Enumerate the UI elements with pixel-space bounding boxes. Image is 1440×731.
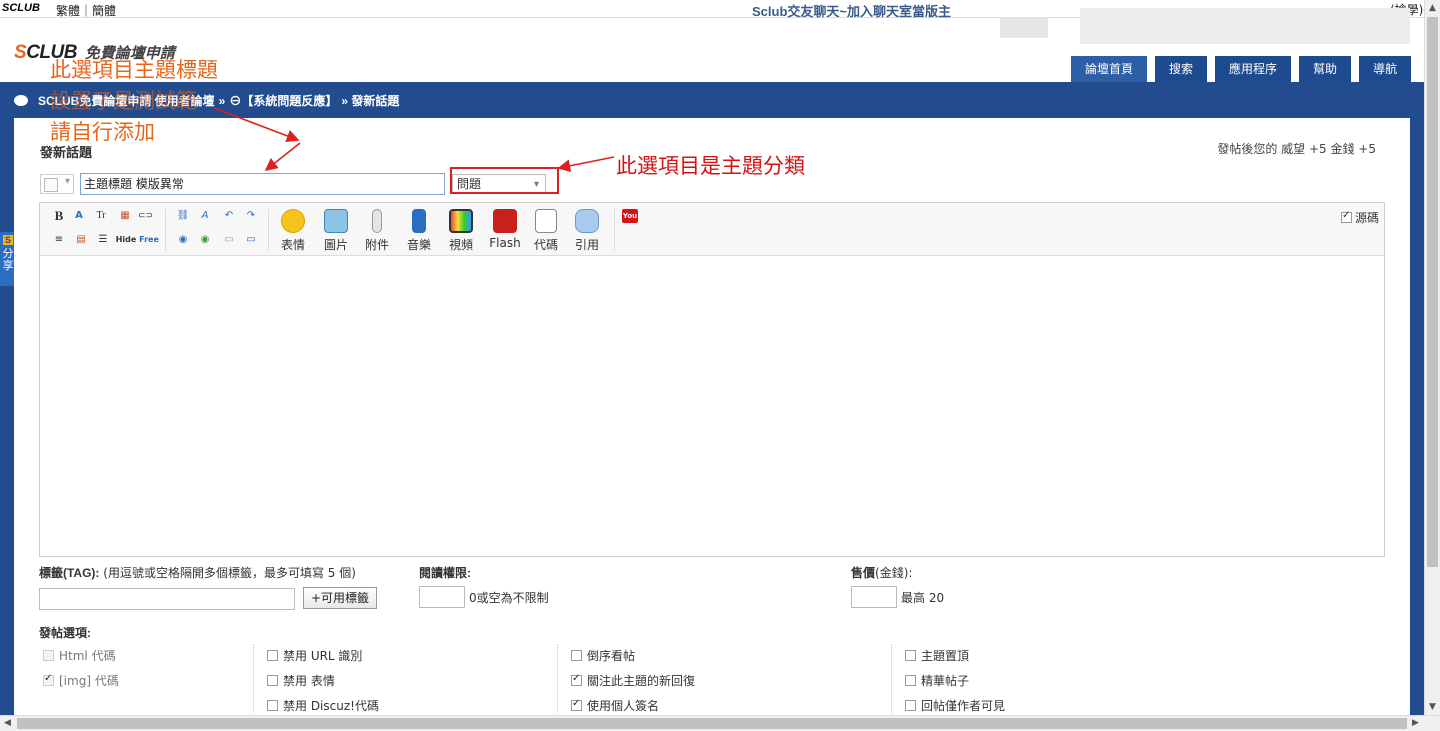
vertical-scroll-thumb[interactable] xyxy=(1427,17,1438,567)
horizontal-scroll-thumb[interactable] xyxy=(17,718,1407,729)
annotation-arrows xyxy=(213,107,615,173)
scroll-left-icon[interactable]: ◀ xyxy=(4,718,11,728)
arrow-to-category xyxy=(557,156,615,173)
horizontal-scrollbar[interactable]: ◀ ▶ xyxy=(0,715,1440,731)
arrow-to-subject-1 xyxy=(213,107,300,142)
vertical-scrollbar[interactable]: ▲ ▼ xyxy=(1424,0,1440,715)
arrow-to-subject-2 xyxy=(264,142,301,171)
scroll-up-icon[interactable]: ▲ xyxy=(1429,3,1436,13)
browser-page: SCLUB 繁體｜簡體 Sclub交友聊天~加入聊天室當版主 (搶學) SCLU… xyxy=(0,0,1440,731)
scroll-down-icon[interactable]: ▼ xyxy=(1429,702,1436,712)
scroll-right-icon[interactable]: ▶ xyxy=(1412,718,1419,728)
